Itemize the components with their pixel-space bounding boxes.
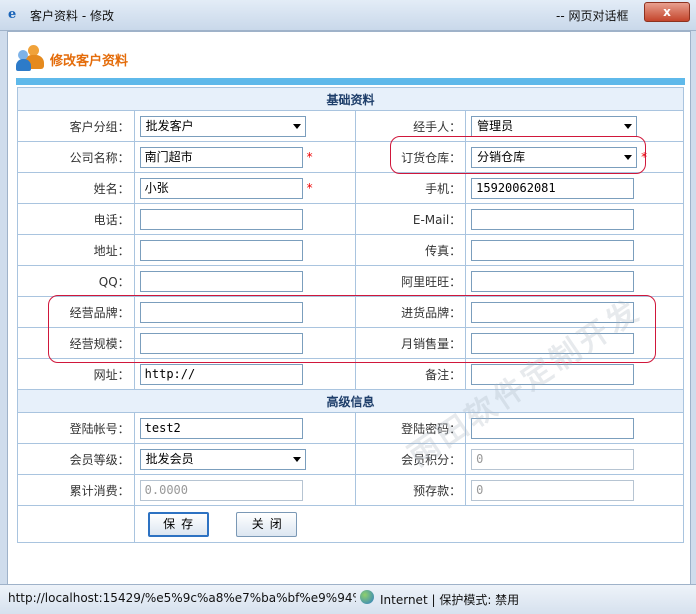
- page-heading: 修改客户资料: [50, 54, 129, 69]
- monthly-sales-label: 月销售量：: [355, 327, 467, 359]
- customer-group-value: 批发客户: [145, 118, 194, 133]
- login-account-input[interactable]: test2: [139, 417, 303, 439]
- ie-icon: e: [8, 7, 17, 22]
- phone-label: 电话：: [17, 203, 135, 235]
- customer-group-label: 客户分组：: [17, 110, 135, 142]
- total-spent-label: 累计消费：: [17, 474, 135, 506]
- login-account-label: 登陆帐号：: [17, 412, 135, 444]
- section-basic: 基础资料: [17, 87, 684, 111]
- save-button[interactable]: 保存: [147, 511, 209, 537]
- dropdown-arrow-icon: [292, 456, 301, 462]
- qq-label: QQ：: [17, 265, 135, 297]
- business-scale-input[interactable]: [139, 332, 303, 354]
- website-input[interactable]: http://: [139, 363, 303, 385]
- warehouse-value: 分销仓库: [477, 149, 526, 164]
- accent-bar: [16, 78, 685, 85]
- member-level-select[interactable]: 批发会员: [139, 448, 306, 470]
- section-advanced: 高级信息: [17, 389, 684, 413]
- fax-input[interactable]: [471, 239, 635, 261]
- warehouse-label: 订货仓库：: [355, 141, 467, 173]
- dropdown-arrow-icon: [624, 123, 633, 129]
- mobile-input[interactable]: 15920062081: [471, 177, 635, 199]
- address-input[interactable]: [139, 239, 303, 261]
- total-spent-input: 0.0000: [139, 479, 303, 501]
- website-label: 网址：: [17, 358, 135, 390]
- required-mark: *: [306, 150, 313, 164]
- title-bar: e 客户资料 - 修改 -- 网页对话框 x: [0, 0, 696, 31]
- email-label: E-Mail：: [355, 203, 467, 235]
- dropdown-arrow-icon: [624, 154, 633, 160]
- dropdown-arrow-icon: [292, 123, 301, 129]
- status-url: http://localhost:15429/%e5%9c%a8%e7%ba%b…: [8, 591, 356, 605]
- window-title: 客户资料 - 修改: [30, 9, 114, 23]
- business-scale-label: 经营规模：: [17, 327, 135, 359]
- email-input[interactable]: [471, 208, 635, 230]
- close-button[interactable]: 关闭: [236, 511, 298, 537]
- window-title-suffix: -- 网页对话框: [556, 9, 629, 23]
- required-mark: *: [306, 181, 313, 195]
- prepaid-input: 0: [471, 479, 635, 501]
- company-input[interactable]: 南门超市: [139, 146, 303, 168]
- address-label: 地址：: [17, 234, 135, 266]
- remark-label: 备注：: [355, 358, 467, 390]
- member-level-label: 会员等级：: [17, 443, 135, 475]
- purchase-brand-label: 进货品牌：: [355, 296, 467, 328]
- aliwangwang-input[interactable]: [471, 270, 635, 292]
- required-mark: *: [641, 150, 648, 164]
- member-level-value: 批发会员: [145, 451, 194, 466]
- business-brand-label: 经营品牌：: [17, 296, 135, 328]
- prepaid-label: 预存款：: [355, 474, 467, 506]
- mobile-label: 手机：: [355, 172, 467, 204]
- fax-label: 传真：: [355, 234, 467, 266]
- warehouse-select[interactable]: 分销仓库: [471, 146, 638, 168]
- company-label: 公司名称：: [17, 141, 135, 173]
- name-label: 姓名：: [17, 172, 135, 204]
- phone-input[interactable]: [139, 208, 303, 230]
- handler-label: 经手人：: [355, 110, 467, 142]
- security-zone: Internet | 保护模式: 禁用: [380, 593, 520, 607]
- qq-input[interactable]: [139, 270, 303, 292]
- status-bar: http://localhost:15429/%e5%9c%a8%e7%ba%b…: [0, 584, 696, 614]
- button-row: 保存 关闭: [133, 505, 685, 543]
- handler-value: 管理员: [477, 118, 514, 133]
- customer-group-select[interactable]: 批发客户: [139, 115, 306, 137]
- name-input[interactable]: 小张: [139, 177, 303, 199]
- globe-icon: [360, 590, 374, 604]
- users-icon: [16, 44, 46, 72]
- aliwangwang-label: 阿里旺旺：: [355, 265, 467, 297]
- member-points-input: 0: [471, 448, 635, 470]
- close-window-button[interactable]: x: [644, 2, 690, 22]
- business-brand-input[interactable]: [139, 301, 303, 323]
- button-row-spacer: [17, 505, 135, 543]
- handler-select[interactable]: 管理员: [471, 115, 638, 137]
